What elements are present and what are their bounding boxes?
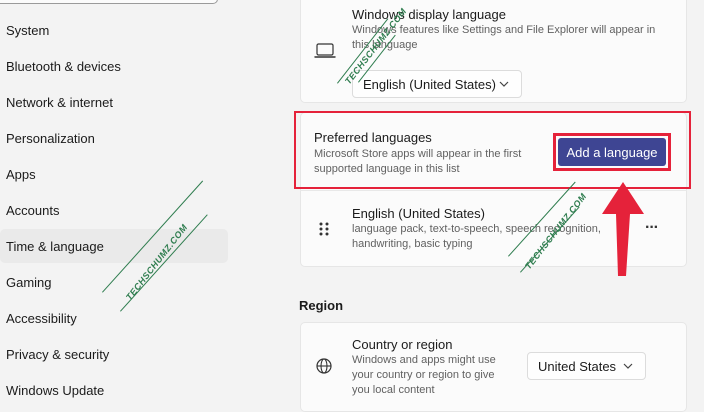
dropdown-value: English (United States) (363, 76, 496, 92)
sidebar-item-label: Windows Update (6, 382, 105, 398)
sidebar-item-label: System (6, 22, 50, 38)
laptop-icon (314, 42, 336, 60)
sidebar-item-label: Personalization (6, 130, 95, 146)
sidebar-item-network-internet[interactable]: Network & internet (0, 85, 228, 119)
sidebar-item-label: Time & language (6, 238, 104, 254)
country-region-description-line1: Windows and apps might use (352, 354, 496, 366)
display-language-dropdown[interactable]: English (United States) (352, 70, 522, 98)
sidebar-item-accounts[interactable]: Accounts (0, 193, 228, 227)
sidebar-item-apps[interactable]: Apps (0, 157, 228, 191)
sidebar-nav: System Bluetooth & devices Network & int… (0, 0, 236, 398)
drag-handle-icon[interactable] (318, 221, 330, 237)
sidebar-item-system[interactable]: System (0, 13, 228, 47)
sidebar-item-time-language[interactable]: Time & language (0, 229, 228, 263)
sidebar-item-label: Network & internet (6, 94, 113, 110)
search-box[interactable] (0, 0, 218, 4)
highlight-box-add-language (553, 133, 671, 171)
globe-icon (315, 357, 333, 375)
sidebar-item-privacy-security[interactable]: Privacy & security (0, 337, 228, 371)
dropdown-value: United States (538, 358, 617, 374)
sidebar-item-label: Accessibility (6, 310, 77, 326)
chevron-down-icon (497, 77, 511, 91)
sidebar-item-bluetooth-devices[interactable]: Bluetooth & devices (0, 49, 228, 83)
sidebar-item-accessibility[interactable]: Accessibility (0, 301, 228, 335)
sidebar-item-label: Bluetooth & devices (6, 58, 121, 74)
country-region-title: Country or region (352, 337, 453, 352)
country-region-dropdown[interactable]: United States (527, 352, 646, 380)
chevron-down-icon (621, 359, 635, 373)
sidebar-item-label: Gaming (6, 274, 52, 290)
country-region-description-line2: your country or region to give (352, 369, 495, 381)
sidebar-item-windows-update[interactable]: Windows Update (0, 373, 228, 407)
sidebar-item-label: Privacy & security (6, 346, 110, 362)
sidebar-item-label: Accounts (6, 202, 60, 218)
sidebar-item-gaming[interactable]: Gaming (0, 265, 228, 299)
region-section-header: Region (299, 298, 344, 313)
display-language-title: Windows display language (352, 7, 506, 22)
language-detail-line2: handwriting, basic typing (352, 238, 473, 250)
sidebar-item-personalization[interactable]: Personalization (0, 121, 228, 155)
language-name: English (United States) (352, 206, 485, 221)
annotation-arrow (600, 180, 646, 280)
more-options-button[interactable]: ··· (645, 219, 659, 237)
sidebar-item-label: Apps (6, 166, 36, 182)
